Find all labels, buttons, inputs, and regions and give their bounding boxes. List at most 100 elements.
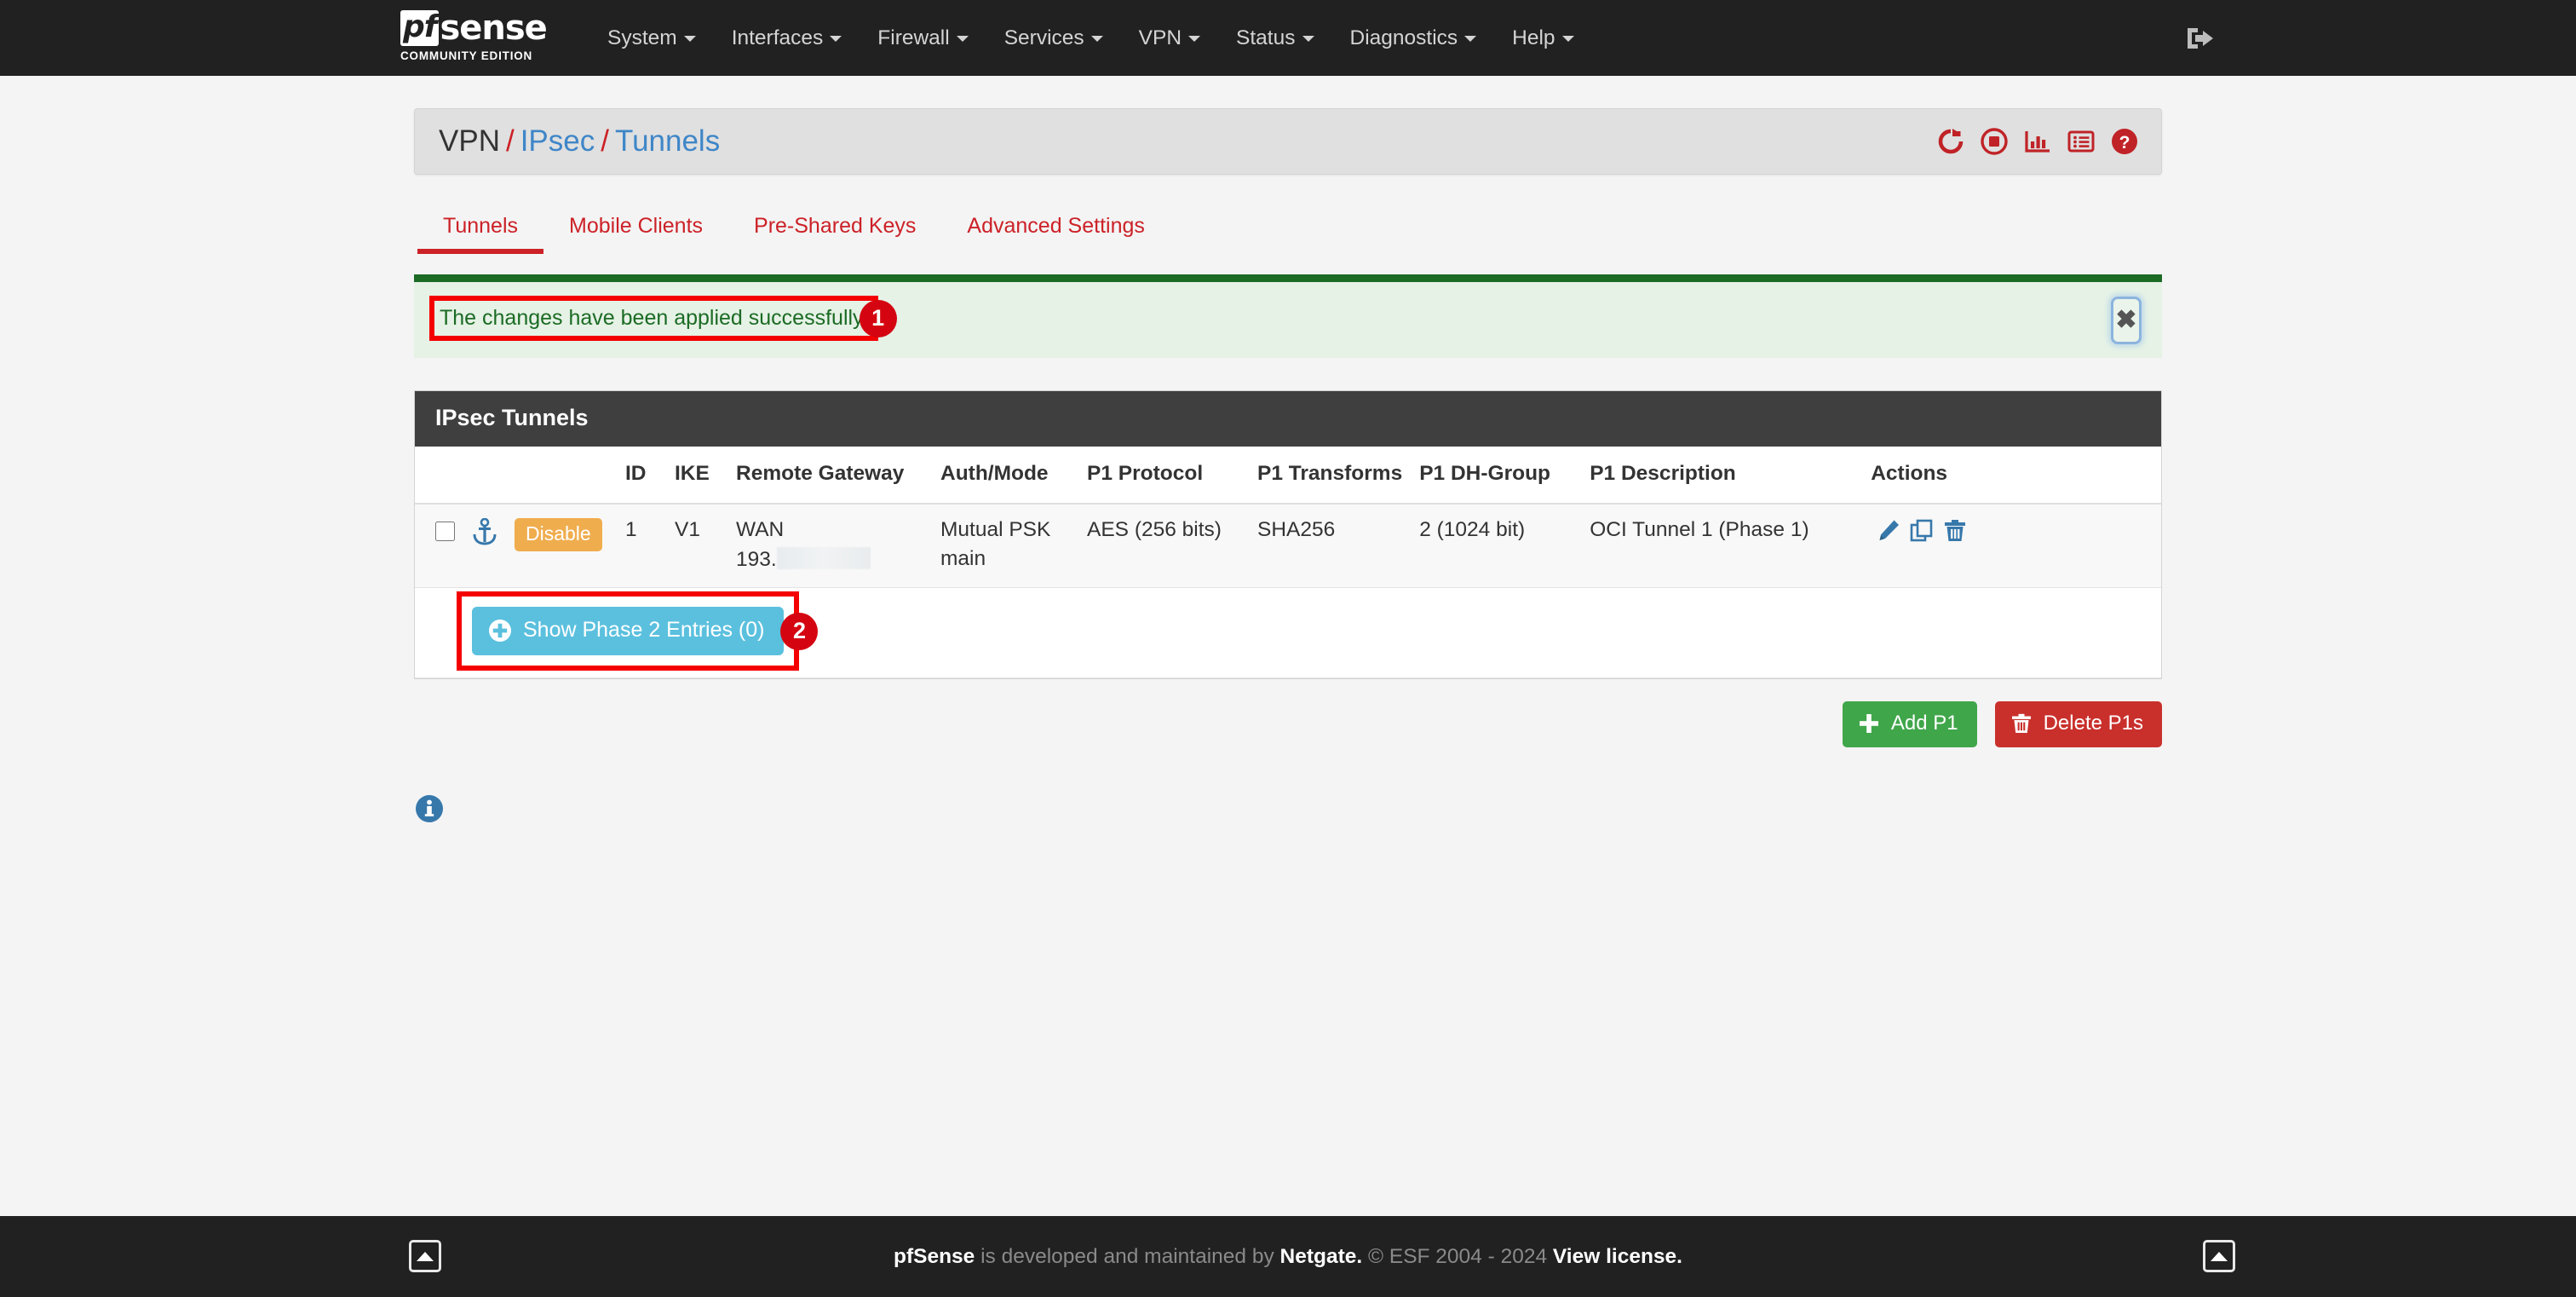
- row-p1-protocol: AES (256 bits): [1078, 504, 1249, 588]
- row-p1-description: OCI Tunnel 1 (Phase 1): [1581, 504, 1863, 588]
- mode-value: main: [940, 547, 986, 570]
- add-p1-button[interactable]: Add P1: [1842, 701, 1977, 747]
- status-chart-icon[interactable]: [2023, 127, 2052, 156]
- col-p1-description: P1 Description: [1581, 447, 1863, 504]
- nav-label-diagnostics: Diagnostics: [1349, 26, 1458, 49]
- breadcrumb-root: VPN: [439, 124, 500, 158]
- breadcrumb-separator: /: [601, 124, 609, 158]
- tab-pre-shared-keys[interactable]: Pre-Shared Keys: [728, 204, 941, 254]
- col-status: [506, 447, 617, 504]
- info-row: [414, 793, 2162, 828]
- chevron-down-icon: [1302, 36, 1314, 43]
- brand-logo-text: pf sense: [400, 10, 571, 46]
- row-checkbox[interactable]: [435, 522, 455, 541]
- screenshot-root: pf sense COMMUNITY EDITION System Interfa…: [0, 0, 2576, 1297]
- nav-label-vpn: VPN: [1138, 26, 1182, 49]
- add-p1-label: Add P1: [1890, 712, 1958, 735]
- tab-label-advanced-settings: Advanced Settings: [967, 214, 1145, 238]
- nav-label-system: System: [607, 26, 677, 49]
- footer-text-mid: is developed and maintained by: [975, 1244, 1280, 1268]
- tab-label-mobile-clients: Mobile Clients: [569, 214, 704, 238]
- plus-circle-icon: [488, 619, 512, 643]
- footer-left-toggle-button[interactable]: [409, 1240, 441, 1272]
- breadcrumb-tunnels-link[interactable]: Tunnels: [615, 124, 720, 158]
- footer-right-toggle-button[interactable]: [2203, 1240, 2235, 1272]
- col-p1-dh-group: P1 DH-Group: [1411, 447, 1582, 504]
- chevron-down-icon: [683, 36, 696, 43]
- row-p1-dh-group: 2 (1024 bit): [1411, 504, 1582, 588]
- browser-viewport: pf sense COMMUNITY EDITION System Interfa…: [0, 0, 2576, 1297]
- delete-p1s-button[interactable]: Delete P1s: [1994, 701, 2162, 747]
- annotation-badge-1: 1: [859, 299, 897, 337]
- chevron-down-icon: [1464, 36, 1477, 43]
- col-remote-gateway: Remote Gateway: [727, 447, 932, 504]
- nav-item-interfaces[interactable]: Interfaces: [714, 0, 860, 76]
- footer-license-link[interactable]: View license.: [1553, 1245, 1682, 1268]
- help-icon[interactable]: ?: [2110, 127, 2139, 156]
- edit-icon[interactable]: [1876, 518, 1901, 544]
- breadcrumb-ipsec-link[interactable]: IPsec: [520, 124, 595, 158]
- auth-value: Mutual PSK: [940, 518, 1051, 541]
- row-actions: [1871, 518, 2153, 544]
- chevron-down-icon: [1561, 36, 1574, 43]
- phase2-spacer-cell: [415, 587, 463, 678]
- table-row-phase2: Show Phase 2 Entries (0): [415, 587, 2161, 678]
- tab-mobile-clients[interactable]: Mobile Clients: [543, 204, 728, 254]
- chevron-down-icon: [1090, 36, 1103, 43]
- nav-item-help[interactable]: Help: [1494, 0, 1591, 76]
- stop-icon[interactable]: [1980, 127, 2009, 156]
- show-phase2-button[interactable]: Show Phase 2 Entries (0): [472, 607, 785, 655]
- nav-label-interfaces: Interfaces: [731, 26, 824, 49]
- ipsec-tunnels-table: ID IKE Remote Gateway Auth/Mode P1 Proto…: [415, 447, 2161, 678]
- info-circle-icon[interactable]: [414, 793, 445, 824]
- pfsense-logo[interactable]: pf sense COMMUNITY EDITION: [400, 0, 571, 62]
- footer-text: pfSense is developed and maintained by N…: [894, 1245, 1682, 1269]
- nav-item-status[interactable]: Status: [1218, 0, 1331, 76]
- brand-pf: pf: [400, 10, 440, 46]
- footer-copyright: © ESF 2004 - 2024: [1362, 1244, 1553, 1268]
- close-icon[interactable]: ✖: [2111, 297, 2142, 344]
- chevron-down-icon: [1188, 36, 1201, 43]
- breadcrumb: VPN / IPsec / Tunnels: [439, 124, 720, 159]
- footer-brand: pfSense: [893, 1244, 975, 1268]
- logs-list-icon[interactable]: [2067, 127, 2096, 156]
- caret-up-icon: [417, 1251, 434, 1261]
- tab-advanced-settings[interactable]: Advanced Settings: [941, 204, 1170, 254]
- restart-icon[interactable]: [1936, 127, 1965, 156]
- row-auth-mode: Mutual PSK main: [932, 504, 1078, 588]
- col-anchor: [463, 447, 506, 504]
- copy-icon[interactable]: [1909, 518, 1935, 544]
- nav-item-diagnostics[interactable]: Diagnostics: [1332, 0, 1495, 76]
- table-action-buttons: Add P1 Delete P1s: [414, 701, 2162, 747]
- nav-item-vpn[interactable]: VPN: [1121, 0, 1218, 76]
- row-ike: V1: [666, 504, 727, 588]
- redacted-ip-block: [776, 547, 871, 569]
- caret-up-icon: [2211, 1251, 2228, 1261]
- tab-bar: Tunnels Mobile Clients Pre-Shared Keys A…: [414, 204, 2162, 254]
- col-auth-mode: Auth/Mode: [932, 447, 1078, 504]
- page-container: VPN / IPsec / Tunnels ? Tunnels Mobile C…: [414, 76, 2162, 828]
- show-phase2-label: Show Phase 2 Entries (0): [523, 618, 765, 642]
- status-badge[interactable]: Disable: [515, 518, 602, 551]
- ipsec-tunnels-panel: IPsec Tunnels ID IKE Remote Gateway Auth…: [414, 390, 2162, 679]
- delete-icon[interactable]: [1942, 518, 1968, 544]
- row-id: 1: [617, 504, 666, 588]
- anchor-icon[interactable]: [472, 517, 497, 551]
- panel-title: IPsec Tunnels: [415, 391, 2161, 447]
- annotation-badge-2: 2: [780, 612, 819, 650]
- nav-item-firewall[interactable]: Firewall: [860, 0, 986, 76]
- table-row: Disable 1 V1 WAN 193. Mutual PSK main AE…: [415, 504, 2161, 588]
- nav-item-system[interactable]: System: [589, 0, 714, 76]
- tab-label-tunnels: Tunnels: [443, 214, 519, 238]
- nav-label-help: Help: [1512, 26, 1555, 49]
- row-status-cell: Disable: [506, 504, 617, 588]
- row-actions-cell: [1862, 504, 2161, 588]
- chevron-down-icon: [956, 36, 969, 43]
- sign-out-icon[interactable]: [2184, 23, 2218, 54]
- tab-tunnels[interactable]: Tunnels: [417, 204, 544, 254]
- page-footer: pfSense is developed and maintained by N…: [0, 1216, 2576, 1297]
- nav-item-services[interactable]: Services: [986, 0, 1121, 76]
- nav-label-services: Services: [1003, 26, 1084, 49]
- page-header: VPN / IPsec / Tunnels ?: [414, 108, 2162, 175]
- navbar-inner: pf sense COMMUNITY EDITION System Interfa…: [400, 0, 1592, 76]
